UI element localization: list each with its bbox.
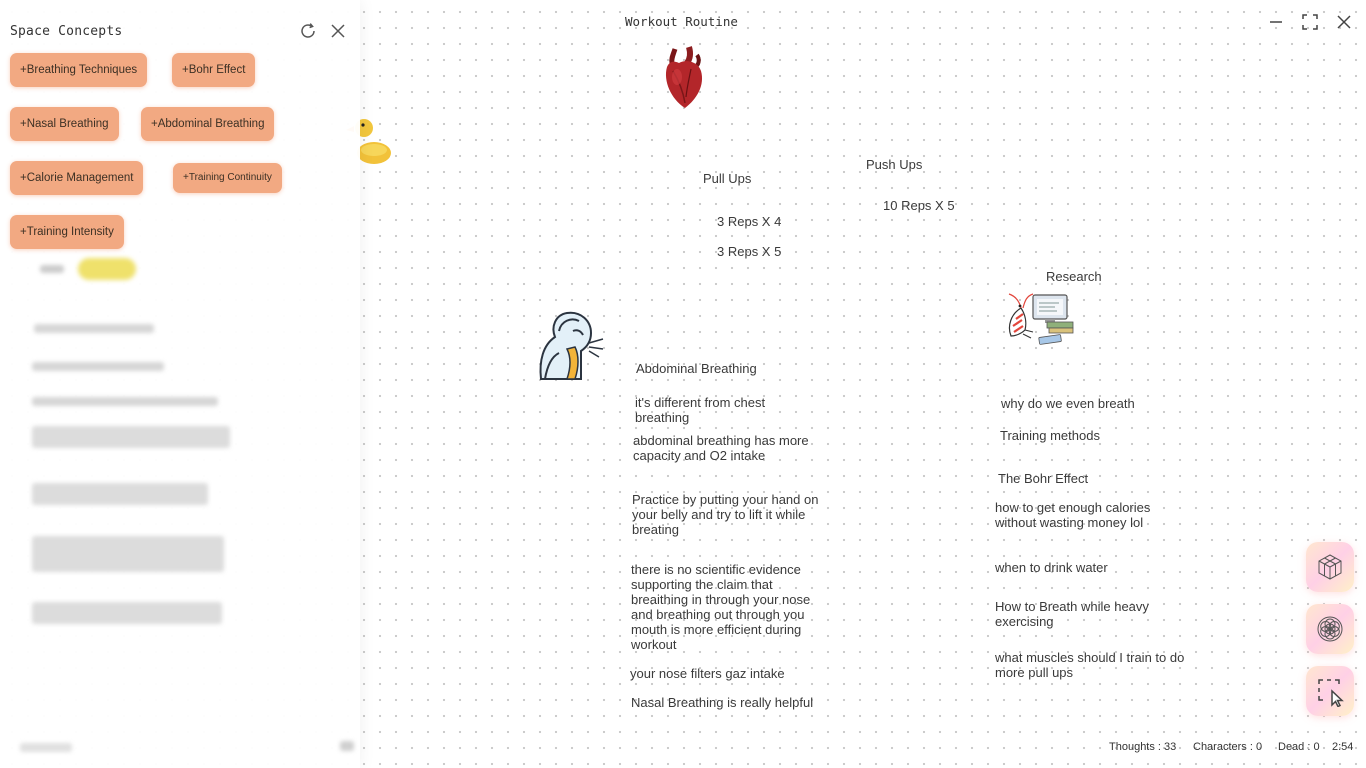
research-note[interactable]: how to get enough calories without wasti… [995, 500, 1175, 530]
blurred-line [32, 362, 164, 371]
blurred-line [32, 397, 218, 406]
window-close-icon[interactable] [1335, 13, 1353, 31]
blurred-line [32, 536, 224, 572]
concept-chip-abdominal-breathing[interactable]: +Abdominal Breathing [141, 107, 275, 141]
blurred-line [34, 324, 154, 333]
blurred-line [32, 426, 230, 448]
concept-chip-training-continuity[interactable]: +Training Continuity [173, 163, 282, 193]
refresh-icon[interactable] [298, 21, 318, 41]
close-icon[interactable] [328, 21, 348, 41]
abdominal-note[interactable]: it's different from chest breathing [635, 395, 815, 425]
research-note[interactable]: How to Breath while heavy exercising [995, 599, 1170, 629]
research-label[interactable]: Research [1046, 269, 1102, 284]
space-concepts-panel: Space Concepts +Breathing Techniques +Bo… [0, 0, 360, 768]
concept-chip-nasal-breathing[interactable]: +Nasal Breathing [10, 107, 119, 141]
maximize-icon[interactable] [1301, 13, 1319, 31]
concept-chip-bohr-effect[interactable]: +Bohr Effect [172, 53, 256, 87]
research-note[interactable]: when to drink water [995, 560, 1108, 575]
cube-icon [1318, 554, 1342, 580]
abdominal-note[interactable]: Practice by putting your hand on your be… [632, 492, 837, 537]
research-note[interactable]: what muscles should I train to do more p… [995, 650, 1207, 680]
dead-count: Dead : 0 [1278, 741, 1320, 753]
breathing-person-sticker[interactable] [537, 309, 607, 388]
concept-chip-calorie-management[interactable]: +Calorie Management [10, 161, 144, 195]
research-note[interactable]: Training methods [1000, 428, 1100, 443]
blurred-line [32, 602, 222, 624]
push-ups-label[interactable]: Push Ups [866, 157, 922, 172]
abdominal-note[interactable]: abdominal breathing has more capacity an… [633, 433, 833, 463]
pull-ups-reps-2[interactable]: 3 Reps X 5 [717, 244, 781, 259]
characters-count: Characters : 0 [1193, 741, 1263, 753]
select-tool-button[interactable] [1306, 666, 1354, 716]
blurred-line [32, 483, 208, 505]
cube-tool-button[interactable] [1306, 542, 1354, 592]
panel-title: Space Concepts [10, 24, 123, 39]
research-sticker[interactable] [1003, 292, 1077, 353]
abdominal-note[interactable]: Nasal Breathing is really helpful [631, 695, 813, 710]
minimize-icon[interactable] [1267, 13, 1285, 31]
pull-ups-reps-1[interactable]: 3 Reps X 4 [717, 214, 781, 229]
clock-time: 2:54 [1332, 741, 1354, 753]
research-note[interactable]: The Bohr Effect [998, 471, 1088, 486]
pull-ups-label[interactable]: Pull Ups [703, 171, 751, 186]
blurred-highlight [78, 258, 136, 280]
selection-cursor-icon [1318, 679, 1344, 707]
research-note[interactable]: why do we even breath [1001, 396, 1135, 411]
flower-of-life-icon [1317, 616, 1343, 642]
blurred-tag [40, 265, 64, 273]
blurred-input [20, 743, 72, 752]
abdominal-note[interactable]: your nose filters gaz intake [630, 666, 785, 681]
concept-chip-breathing-techniques[interactable]: +Breathing Techniques [10, 53, 148, 87]
blurred-send-icon [340, 741, 354, 751]
abdominal-note[interactable]: there is no scientific evidence supporti… [631, 562, 831, 652]
flower-tool-button[interactable] [1306, 604, 1354, 654]
push-ups-reps[interactable]: 10 Reps X 5 [883, 198, 955, 213]
concept-chip-training-intensity[interactable]: +Training Intensity [10, 215, 124, 249]
canvas-title: Workout Routine [625, 14, 738, 29]
abdominal-breathing-title[interactable]: Abdominal Breathing [636, 361, 757, 376]
heart-sticker[interactable] [655, 45, 711, 116]
thoughts-count: Thoughts : 33 [1109, 741, 1177, 753]
